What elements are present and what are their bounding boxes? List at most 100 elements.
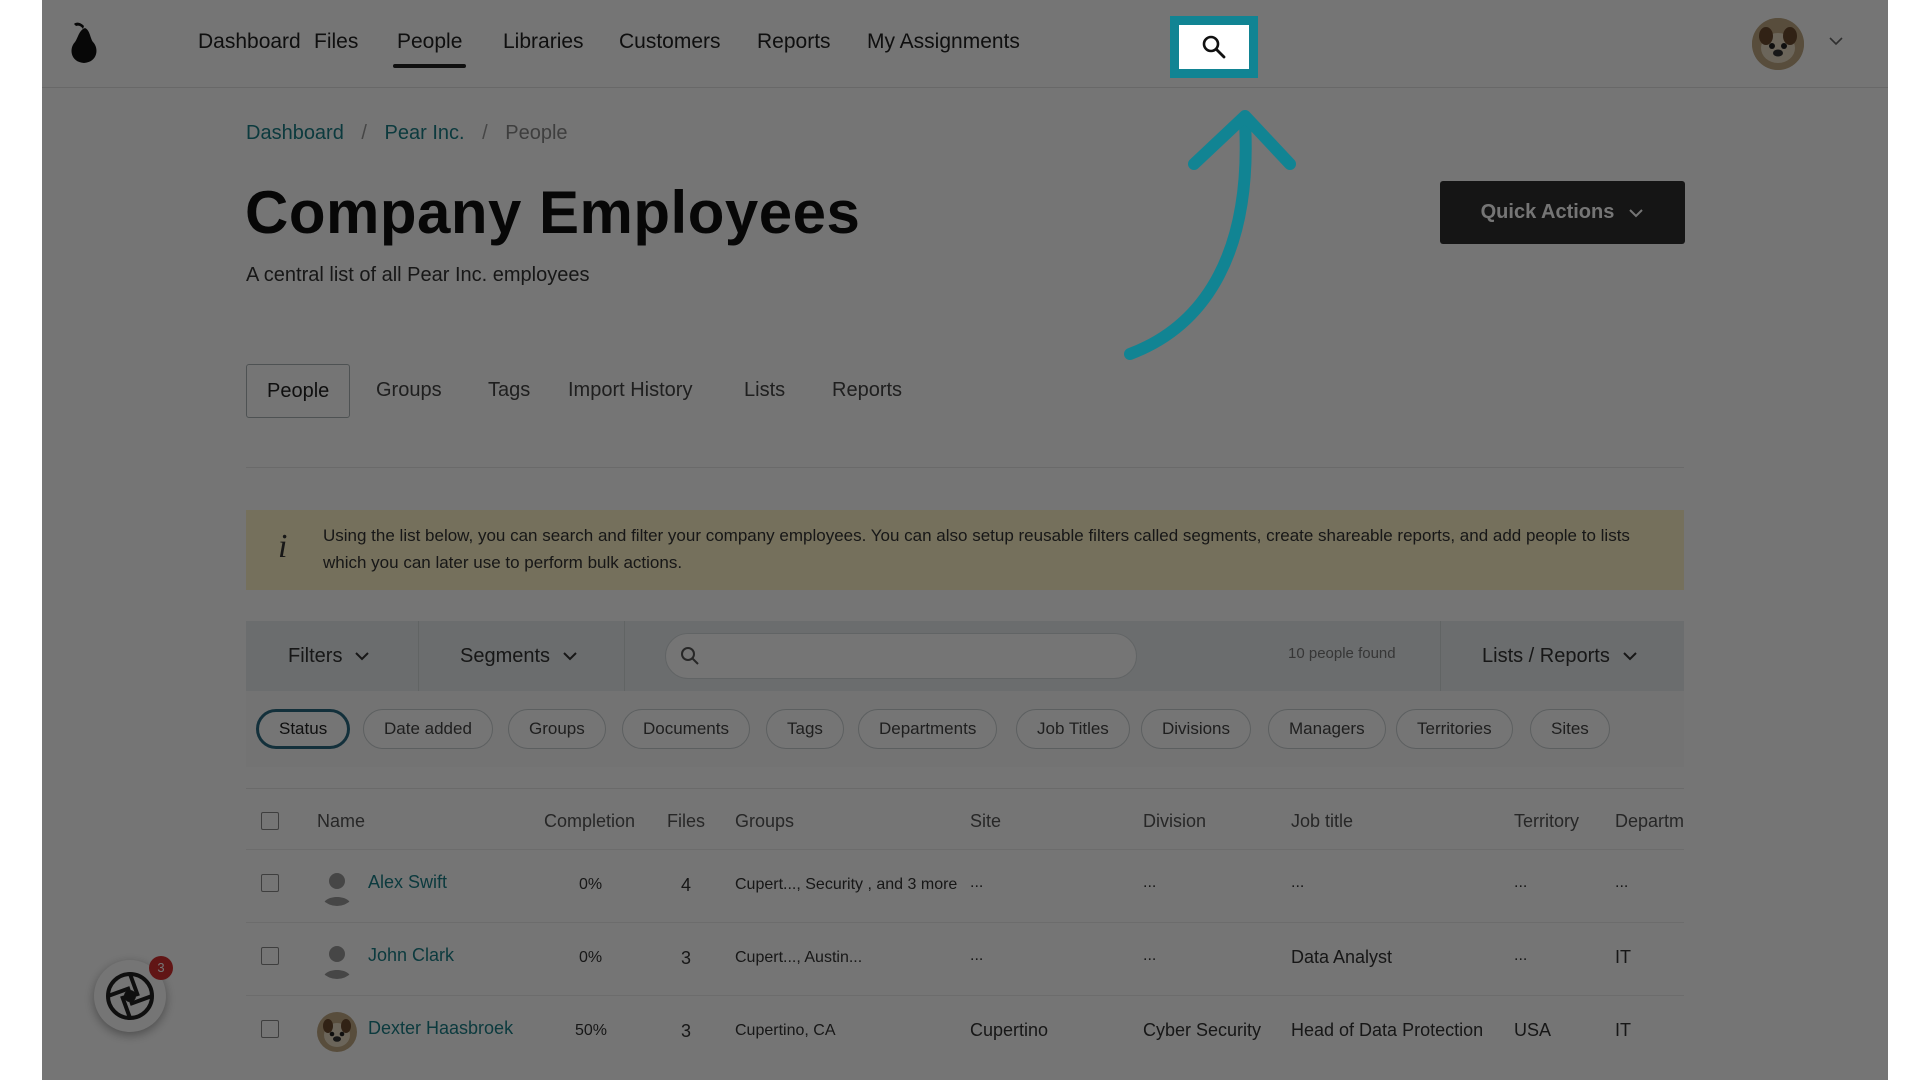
nav-libraries[interactable]: Libraries	[503, 30, 584, 54]
nav-dashboard[interactable]: Dashboard	[198, 30, 301, 54]
list-toolbar: Filters Segments 10 people found Lists /…	[246, 621, 1684, 691]
row-checkbox[interactable]	[261, 1020, 279, 1038]
search-input[interactable]	[712, 642, 1116, 672]
chip-documents[interactable]: Documents	[622, 709, 750, 749]
chevron-down-icon[interactable]	[1828, 36, 1844, 46]
search-icon	[681, 647, 699, 665]
column-groups[interactable]: Groups	[735, 811, 794, 832]
division-value: ...	[1143, 947, 1157, 964]
segments-label: Segments	[460, 644, 551, 667]
site-value: ...	[970, 874, 984, 891]
table-row[interactable]: Alex Swift 0% 4 Cupert..., Security , an…	[246, 849, 1684, 923]
chevron-down-icon	[1629, 208, 1644, 217]
nav-customers[interactable]: Customers	[619, 30, 721, 54]
dog-avatar-icon	[1752, 18, 1804, 70]
filters-dropdown[interactable]: Filters	[288, 621, 370, 691]
chip-status[interactable]: Status	[256, 709, 351, 749]
chip-job-titles[interactable]: Job Titles	[1016, 709, 1130, 749]
files-count: 3	[681, 1021, 692, 1041]
breadcrumb: Dashboard / Pear Inc. / People	[246, 122, 568, 145]
info-banner: i Using the list below, you can search a…	[246, 510, 1684, 590]
territory-value: ...	[1514, 874, 1528, 891]
app-window: Dashboard Files People Libraries Custome…	[42, 0, 1888, 1080]
filter-chips: Status Date added Groups Documents Tags …	[246, 691, 1684, 767]
chip-tags[interactable]: Tags	[766, 709, 844, 749]
chevron-down-icon	[563, 652, 577, 661]
column-department[interactable]: Departm	[1615, 811, 1684, 832]
tab-import-history[interactable]: Import History	[568, 364, 692, 416]
breadcrumb-separator: /	[482, 122, 488, 144]
lists-reports-dropdown[interactable]: Lists / Reports	[1482, 621, 1638, 691]
nav-people[interactable]: People	[392, 30, 467, 68]
row-checkbox[interactable]	[261, 874, 279, 892]
breadcrumb-dashboard[interactable]: Dashboard	[246, 122, 344, 144]
chip-sites[interactable]: Sites	[1530, 709, 1610, 749]
table-row[interactable]: Dexter Haasbroek 50% 3 Cupertino, CA Cup…	[246, 995, 1684, 1069]
toolbar-divider	[418, 621, 419, 691]
segments-dropdown[interactable]: Segments	[460, 621, 578, 691]
division-value: ...	[1143, 874, 1157, 891]
quick-actions-button[interactable]: Quick Actions	[1440, 181, 1685, 244]
job-title-value: Data Analyst	[1291, 947, 1393, 967]
files-count: 3	[681, 948, 692, 968]
nav-reports[interactable]: Reports	[757, 30, 831, 54]
division-value: Cyber Security	[1143, 1020, 1262, 1040]
files-count: 4	[681, 875, 692, 895]
divider	[246, 467, 1684, 468]
person-name-link[interactable]: Alex Swift	[368, 872, 447, 893]
pointer-arrow-icon	[1124, 110, 1296, 360]
table-row[interactable]: John Clark 0% 3 Cupert..., Austin... ...…	[246, 922, 1684, 996]
chip-territories[interactable]: Territories	[1396, 709, 1513, 749]
results-count: 10 people found	[1288, 645, 1396, 662]
quick-actions-label: Quick Actions	[1480, 201, 1615, 223]
territory-value: USA	[1514, 1020, 1552, 1040]
nav-my-assignments[interactable]: My Assignments	[867, 30, 1020, 54]
column-job-title[interactable]: Job title	[1291, 811, 1353, 832]
default-person-icon	[317, 939, 357, 979]
dog-avatar-icon	[317, 1012, 357, 1052]
search-icon	[1202, 35, 1226, 59]
chip-departments[interactable]: Departments	[858, 709, 998, 749]
chip-date-added[interactable]: Date added	[363, 709, 493, 749]
breadcrumb-pear-inc[interactable]: Pear Inc.	[385, 122, 465, 144]
toolbar-divider	[1440, 621, 1441, 691]
person-name-link[interactable]: John Clark	[368, 945, 454, 966]
lists-reports-label: Lists / Reports	[1482, 644, 1610, 667]
row-checkbox[interactable]	[261, 947, 279, 965]
chip-divisions[interactable]: Divisions	[1141, 709, 1252, 749]
chip-groups[interactable]: Groups	[508, 709, 606, 749]
groups-value: Cupert..., Security , and 3 more	[735, 876, 958, 893]
global-search-button[interactable]	[1170, 16, 1258, 78]
department-value: IT	[1615, 1020, 1631, 1040]
chip-managers[interactable]: Managers	[1268, 709, 1386, 749]
column-division[interactable]: Division	[1143, 811, 1206, 832]
default-person-icon	[317, 866, 357, 906]
info-text: Using the list below, you can search and…	[323, 526, 1630, 572]
tab-people[interactable]: People	[246, 364, 351, 418]
site-value: ...	[970, 947, 984, 964]
person-name-link[interactable]: Dexter Haasbroek	[368, 1018, 513, 1039]
top-navigation: Dashboard Files People Libraries Custome…	[42, 0, 1888, 88]
column-completion[interactable]: Completion	[544, 811, 635, 832]
column-site[interactable]: Site	[970, 811, 1001, 832]
people-table: Name Completion Files Groups Site Divisi…	[246, 788, 1684, 1080]
pear-logo-icon[interactable]	[66, 20, 102, 66]
tab-groups[interactable]: Groups	[376, 364, 442, 416]
nav-files[interactable]: Files	[314, 30, 358, 54]
job-title-value: ...	[1291, 874, 1305, 891]
chevron-down-icon	[355, 652, 370, 661]
column-territory[interactable]: Territory	[1514, 811, 1579, 832]
people-search[interactable]	[665, 633, 1137, 679]
help-widget-button[interactable]: 3	[94, 956, 173, 1032]
user-avatar[interactable]	[1752, 18, 1804, 70]
tab-reports[interactable]: Reports	[832, 364, 902, 416]
toolbar-divider	[624, 621, 625, 691]
breadcrumb-current: People	[505, 122, 568, 144]
column-files[interactable]: Files	[667, 811, 705, 832]
department-value: IT	[1615, 947, 1631, 967]
tab-tags[interactable]: Tags	[488, 364, 530, 416]
tab-lists[interactable]: Lists	[744, 364, 785, 416]
department-value: ...	[1615, 874, 1629, 891]
column-name[interactable]: Name	[317, 811, 365, 832]
select-all-checkbox[interactable]	[261, 812, 279, 830]
